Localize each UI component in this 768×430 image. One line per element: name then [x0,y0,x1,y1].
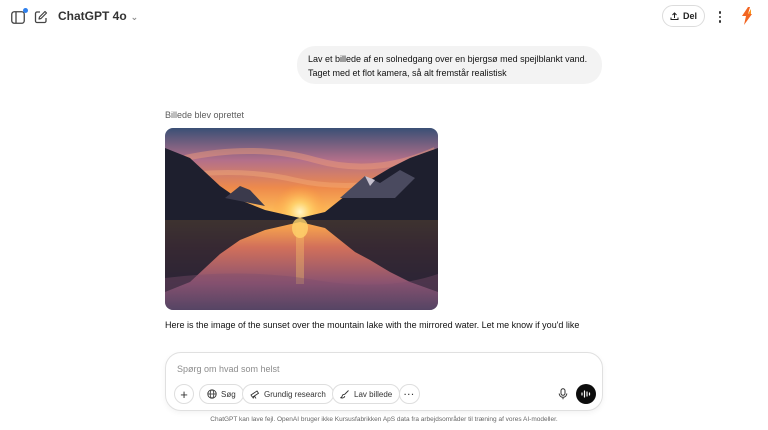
share-button[interactable]: Del [662,5,705,27]
assistant-reply: Here is the image of the sunset over the… [165,320,580,330]
telescope-icon [250,390,260,399]
user-message-bubble: Lav et billede af en solnedgang over en … [297,46,602,84]
create-image-button[interactable]: Lav billede [332,384,401,404]
more-vertical-icon[interactable] [712,8,728,26]
top-bar: ChatGPT 4o ⌄ Del [0,0,768,34]
share-label: Del [682,11,697,21]
create-image-label: Lav billede [354,389,393,399]
waveform-icon [581,390,591,398]
app-logo [739,7,755,25]
deep-research-button[interactable]: Grundig research [242,384,334,404]
more-horizontal-icon: ··· [404,389,415,399]
prompt-input[interactable] [177,361,587,377]
notification-dot [23,8,28,13]
user-message-text: Lav et billede af en solnedgang over en … [308,54,588,78]
image-brush-icon [340,390,349,399]
chevron-down-icon: ⌄ [130,11,139,22]
search-label: Søg [221,389,236,399]
deep-research-label: Grundig research [264,389,326,399]
disclaimer: ChatGPT kan lave fejl. OpenAI bruger ikk… [210,416,558,423]
voice-mode-button[interactable] [576,384,596,404]
generated-image[interactable] [165,128,438,310]
plus-icon: + [180,386,188,402]
model-selector[interactable]: ChatGPT 4o ⌄ [58,9,138,23]
model-name: ChatGPT 4o [58,9,127,23]
add-attachment-button[interactable]: + [174,384,194,404]
composer: + Søg Grundig research Lav billede ··· [165,352,603,411]
image-status: Billede blev oprettet [165,110,245,120]
sidebar-icon[interactable] [10,8,28,25]
search-button[interactable]: Søg [199,384,244,404]
globe-icon [207,389,217,399]
microphone-icon[interactable] [554,385,572,403]
share-icon [670,11,679,20]
new-chat-icon[interactable] [33,9,49,25]
more-tools-button[interactable]: ··· [399,384,420,404]
